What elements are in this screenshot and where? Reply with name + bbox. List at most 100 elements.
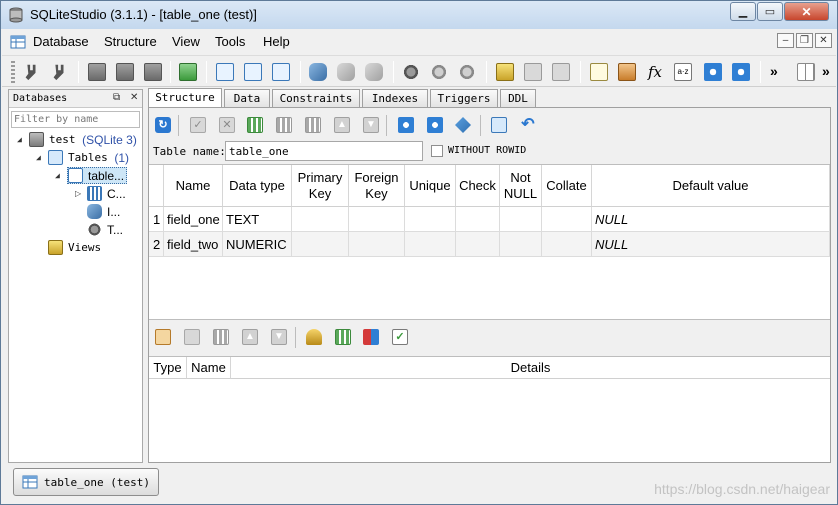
delete-column-icon[interactable] — [305, 117, 321, 133]
functions-icon[interactable]: fx — [646, 63, 664, 81]
constraint-down-icon[interactable]: ▼ — [271, 329, 287, 345]
tree-item-triggers[interactable]: T... — [87, 221, 123, 238]
cell-collate[interactable] — [542, 207, 592, 232]
cell-check[interactable] — [456, 207, 500, 232]
undo-icon[interactable]: ↶ — [520, 117, 536, 133]
cell-default-value[interactable]: NULL — [592, 232, 830, 257]
edit-view-icon[interactable] — [524, 63, 542, 81]
column-header-not-null[interactable]: Not NULL — [500, 165, 542, 207]
commit-icon[interactable]: ✓ — [190, 117, 206, 133]
menu-structure[interactable]: Structure — [104, 34, 157, 49]
import-icon[interactable] — [704, 63, 722, 81]
toolbar-overflow-icon[interactable]: » — [770, 63, 778, 79]
menu-help[interactable]: Help — [263, 34, 290, 49]
add-database-icon[interactable] — [88, 63, 106, 81]
tile-windows-icon[interactable] — [797, 63, 815, 81]
delete-table-icon[interactable] — [272, 63, 290, 81]
tree-item-database[interactable]: ◢ test (SQLite 3) — [17, 131, 137, 148]
column-header-name[interactable]: Name — [164, 165, 223, 207]
export-icon[interactable] — [732, 63, 750, 81]
add-check-icon[interactable]: ✓ — [392, 329, 408, 345]
cell-unique[interactable] — [405, 232, 456, 257]
tree-item-indexes[interactable]: I... — [87, 203, 120, 220]
move-down-icon[interactable]: ▼ — [363, 117, 379, 133]
create-similar-icon[interactable] — [491, 117, 507, 133]
cell-unique[interactable] — [405, 207, 456, 232]
add-unique-icon[interactable] — [363, 329, 379, 345]
cell-default-value[interactable]: NULL — [592, 207, 830, 232]
add-primary-key-icon[interactable] — [306, 329, 322, 345]
tree-item-columns[interactable]: ▷ C... — [75, 185, 126, 202]
cell-name[interactable]: field_two — [164, 232, 223, 257]
edit-index-icon[interactable] — [337, 63, 355, 81]
cell-primary-key[interactable] — [292, 207, 349, 232]
edit-constraint-icon[interactable] — [184, 329, 200, 345]
sql-editor-icon[interactable] — [590, 63, 608, 81]
refresh-structure-icon[interactable]: ↻ — [155, 117, 171, 133]
create-index-icon[interactable] — [309, 63, 327, 81]
mdi-close-button[interactable]: ✕ — [815, 33, 832, 48]
tree-item-views[interactable]: Views — [48, 239, 101, 256]
table-export-icon[interactable] — [427, 117, 443, 133]
add-constraint-icon[interactable] — [155, 329, 171, 345]
collations-icon[interactable]: a·z — [674, 63, 692, 81]
tab-constraints[interactable]: Constraints — [272, 89, 360, 107]
edit-column-icon[interactable] — [276, 117, 292, 133]
create-view-icon[interactable] — [496, 63, 514, 81]
menu-database[interactable]: Database — [33, 34, 89, 49]
cell-foreign-key[interactable] — [349, 207, 405, 232]
delete-constraint-icon[interactable] — [213, 329, 229, 345]
refresh-databases-icon[interactable] — [179, 63, 197, 81]
maximize-button[interactable]: ▭ — [757, 2, 783, 21]
tab-triggers[interactable]: Triggers — [430, 89, 498, 107]
column-header-foreign-key[interactable]: Foreign Key — [349, 165, 405, 207]
cell-foreign-key[interactable] — [349, 232, 405, 257]
cell-not-null[interactable] — [500, 207, 542, 232]
tab-data[interactable]: Data — [224, 89, 270, 107]
collapsed-arrow-icon[interactable]: ▷ — [75, 189, 87, 198]
cell-primary-key[interactable] — [292, 232, 349, 257]
expanded-arrow-icon[interactable]: ◢ — [36, 153, 48, 162]
toolbar-grip[interactable] — [11, 61, 15, 83]
task-button-table-one[interactable]: table_one (test) — [13, 468, 159, 496]
dock-float-icon[interactable]: ⧉ — [113, 92, 120, 103]
column-header-default-value[interactable]: Default value — [592, 165, 830, 207]
column-header-check[interactable]: Check — [456, 165, 500, 207]
move-up-icon[interactable]: ▲ — [334, 117, 350, 133]
dock-close-icon[interactable]: ✕ — [130, 92, 138, 103]
edit-database-icon[interactable] — [116, 63, 134, 81]
create-trigger-icon[interactable] — [402, 63, 420, 81]
tab-ddl[interactable]: DDL — [500, 89, 536, 107]
cell-not-null[interactable] — [500, 232, 542, 257]
cell-name[interactable]: field_one — [164, 207, 223, 232]
filter-input[interactable]: Filter by name — [11, 111, 140, 128]
menu-view[interactable]: View — [172, 34, 200, 49]
toolbar-overflow-2-icon[interactable]: » — [822, 63, 830, 79]
edit-table-icon[interactable] — [244, 63, 262, 81]
tree-item-tables[interactable]: ◢ Tables (1) — [36, 149, 129, 166]
create-table-icon[interactable] — [216, 63, 234, 81]
add-foreign-key-icon[interactable] — [335, 329, 351, 345]
rollback-icon[interactable]: ✕ — [219, 117, 235, 133]
history-icon[interactable] — [618, 63, 636, 81]
delete-index-icon[interactable] — [365, 63, 383, 81]
constraint-header-type[interactable]: Type — [149, 357, 187, 379]
constraint-up-icon[interactable]: ▲ — [242, 329, 258, 345]
menu-tools[interactable]: Tools — [215, 34, 245, 49]
mdi-minimize-button[interactable]: ‒ — [777, 33, 794, 48]
minimize-button[interactable]: ▁ — [730, 2, 756, 21]
disconnect-db-icon[interactable] — [53, 64, 64, 81]
constraint-header-details[interactable]: Details — [231, 357, 830, 379]
cell-data-type[interactable]: TEXT — [223, 207, 292, 232]
cell-collate[interactable] — [542, 232, 592, 257]
column-header-collate[interactable]: Collate — [542, 165, 592, 207]
expanded-arrow-icon[interactable]: ◢ — [55, 171, 67, 180]
add-column-icon[interactable] — [247, 117, 263, 133]
column-header-data-type[interactable]: Data type — [223, 165, 292, 207]
connect-db-icon[interactable] — [25, 64, 36, 81]
close-button[interactable]: ✕ — [784, 2, 829, 21]
mdi-restore-button[interactable]: ❐ — [796, 33, 813, 48]
column-header-unique[interactable]: Unique — [405, 165, 456, 207]
remove-database-icon[interactable] — [144, 63, 162, 81]
edit-trigger-icon[interactable] — [430, 63, 448, 81]
